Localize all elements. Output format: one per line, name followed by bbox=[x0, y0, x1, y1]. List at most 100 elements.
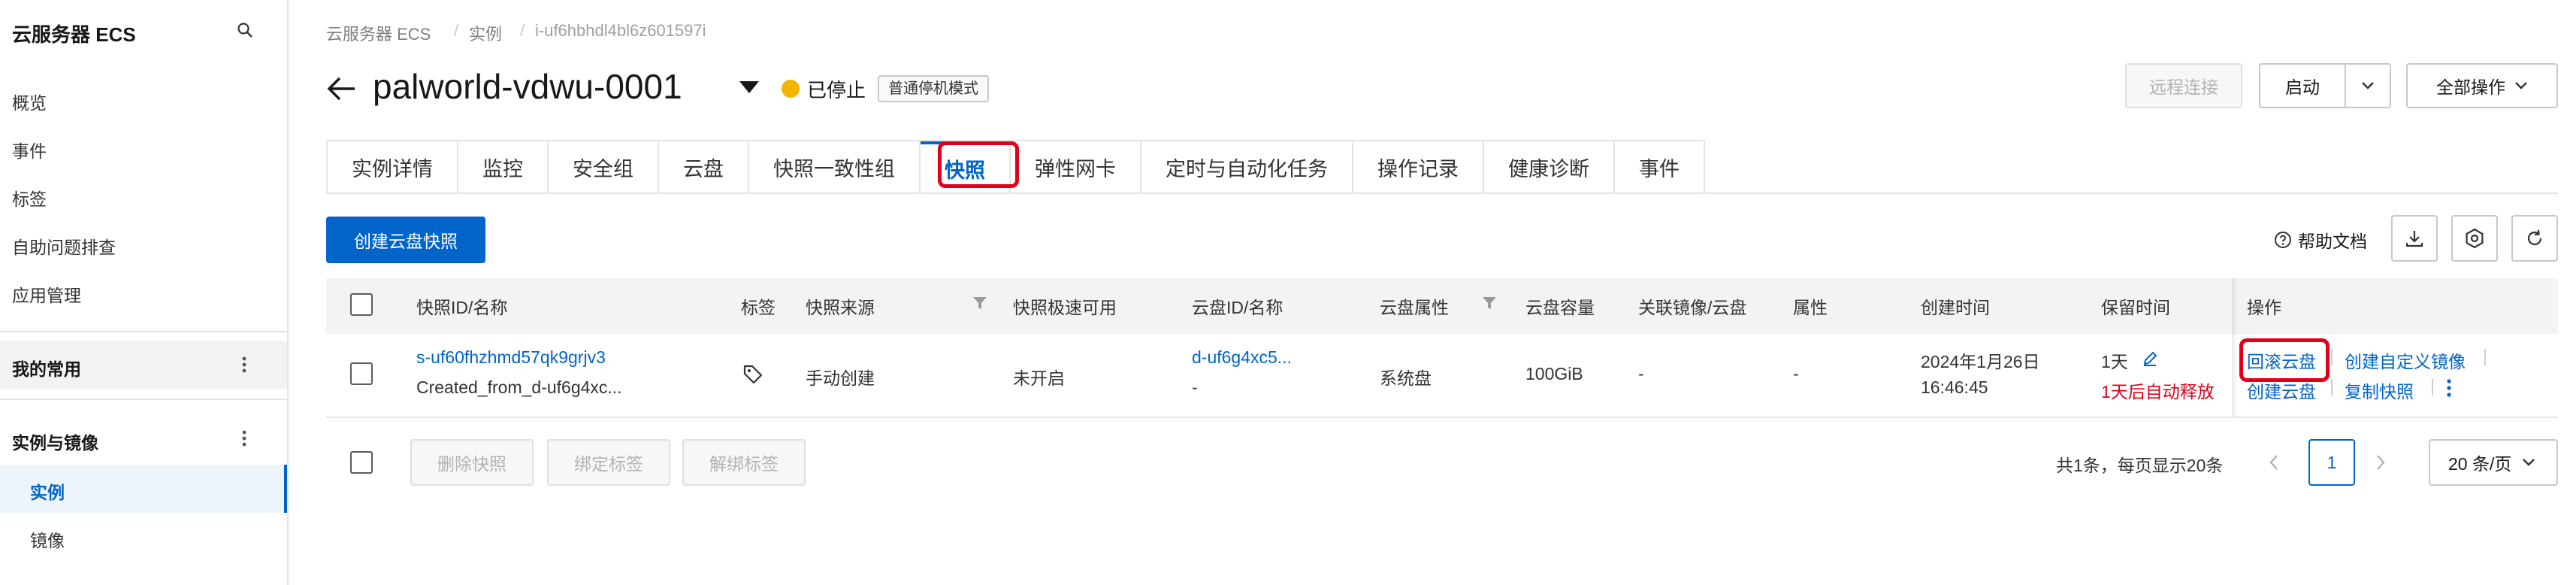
create-snapshot-button[interactable]: 创建云盘快照 bbox=[326, 217, 485, 263]
copy-snapshot-link[interactable]: 复制快照 bbox=[2345, 377, 2414, 403]
more-vertical-icon[interactable] bbox=[240, 429, 248, 448]
sidebar-favorites-label[interactable]: 我的常用 bbox=[12, 355, 81, 380]
sidebar-item-instances[interactable]: 实例 bbox=[30, 478, 65, 504]
sidebar-item-tags[interactable]: 标签 bbox=[12, 185, 47, 211]
created-time: 16:46:45 bbox=[1921, 377, 1988, 397]
gear-icon bbox=[2466, 228, 2484, 249]
action-separator bbox=[2331, 349, 2333, 365]
tab-events[interactable]: 事件 bbox=[1615, 141, 1704, 192]
edit-icon[interactable] bbox=[2142, 350, 2158, 367]
remote-connect-button[interactable]: 远程连接 bbox=[2125, 63, 2242, 108]
col-related: 关联镜像/云盘 bbox=[1638, 298, 1747, 317]
chevron-down-icon bbox=[2362, 82, 2374, 89]
col-snapshot-id: 快照ID/名称 bbox=[416, 298, 508, 317]
pagination-summary: 共1条，每页显示20条 bbox=[2056, 456, 2224, 475]
refresh-button[interactable] bbox=[2511, 215, 2558, 262]
caret-down-icon[interactable] bbox=[739, 81, 759, 93]
sidebar-divider bbox=[0, 331, 287, 332]
unbind-tags-button[interactable]: 解绑标签 bbox=[682, 439, 806, 486]
col-source: 快照来源 bbox=[806, 298, 875, 317]
chevron-down-icon bbox=[2515, 82, 2527, 89]
action-separator bbox=[2432, 379, 2433, 396]
tab-health-diagnosis[interactable]: 健康诊断 bbox=[1484, 141, 1615, 192]
breadcrumb-separator: / bbox=[454, 21, 459, 40]
sidebar-item-overview[interactable]: 概览 bbox=[12, 89, 47, 114]
col-disk-id: 云盘ID/名称 bbox=[1192, 298, 1283, 317]
select-all-checkbox[interactable] bbox=[350, 293, 373, 316]
tab-scheduled-tasks[interactable]: 定时与自动化任务 bbox=[1141, 141, 1353, 192]
chevron-left-icon[interactable] bbox=[2266, 451, 2281, 474]
sidebar-section-instances-images[interactable]: 实例与镜像 bbox=[12, 429, 98, 454]
snapshot-name: Created_from_d-uf6g4xc... bbox=[416, 377, 622, 397]
sidebar: 云服务器 ECS 概览 事件 标签 自助问题排查 应用管理 我的常用 实例与镜像… bbox=[0, 0, 289, 585]
filter-icon[interactable] bbox=[972, 296, 987, 310]
help-docs-link[interactable]: 帮助文档 bbox=[2274, 227, 2367, 253]
col-capacity: 云盘容量 bbox=[1525, 298, 1595, 317]
highlight-box-snapshots-tab bbox=[938, 141, 1019, 188]
row-divider bbox=[326, 417, 2558, 418]
col-disk-type: 云盘属性 bbox=[1380, 298, 1449, 317]
related-image: - bbox=[1638, 364, 1644, 383]
instant-access-status: 未开启 bbox=[1013, 368, 1065, 388]
all-operations-button[interactable]: 全部操作 bbox=[2406, 63, 2558, 108]
sidebar-active-indicator bbox=[284, 465, 287, 513]
disk-name: - bbox=[1192, 377, 1198, 397]
footer-select-all-checkbox[interactable] bbox=[350, 451, 373, 474]
actions-column-shadow bbox=[2232, 278, 2238, 418]
disk-id-link[interactable]: d-uf6g4xc5... bbox=[1192, 347, 1292, 368]
tab-snapshot-consistency-group[interactable]: 快照一致性组 bbox=[749, 141, 921, 192]
search-icon[interactable] bbox=[236, 21, 254, 39]
sidebar-divider bbox=[0, 399, 287, 400]
col-tags: 标签 bbox=[741, 298, 776, 317]
sidebar-item-images[interactable]: 镜像 bbox=[30, 526, 65, 552]
download-button[interactable] bbox=[2391, 215, 2438, 262]
page-title: palworld-vdwu-0001 bbox=[373, 67, 682, 106]
snapshot-id-link[interactable]: s-uf60fhzhmd57qk9grjv3 bbox=[416, 347, 606, 368]
created-date: 2024年1月26日 bbox=[1921, 352, 2040, 371]
sidebar-item-app-management[interactable]: 应用管理 bbox=[12, 281, 81, 307]
download-icon bbox=[2405, 231, 2423, 247]
more-vertical-icon[interactable] bbox=[240, 355, 248, 374]
tag-icon[interactable] bbox=[742, 364, 763, 385]
bind-tags-button[interactable]: 绑定标签 bbox=[547, 439, 670, 486]
filter-icon[interactable] bbox=[1482, 296, 1497, 310]
settings-button[interactable] bbox=[2451, 215, 2498, 262]
col-instant-access: 快照极速可用 bbox=[1013, 298, 1117, 317]
snapshot-attribute: - bbox=[1793, 364, 1799, 383]
status-text: 已停止 bbox=[807, 79, 866, 102]
retention-note: 1天后自动释放 bbox=[2101, 382, 2215, 402]
help-icon bbox=[2275, 232, 2291, 248]
sidebar-item-events[interactable]: 事件 bbox=[12, 137, 47, 162]
start-dropdown-button[interactable] bbox=[2345, 63, 2391, 108]
row-checkbox[interactable] bbox=[350, 362, 373, 385]
col-actions: 操作 bbox=[2247, 298, 2281, 317]
action-separator bbox=[2331, 379, 2333, 396]
back-arrow-icon[interactable] bbox=[325, 72, 358, 105]
delete-snapshot-button[interactable]: 删除快照 bbox=[410, 439, 534, 486]
tab-instance-details[interactable]: 实例详情 bbox=[328, 141, 458, 192]
page-size-value: 20 条/页 bbox=[2448, 454, 2512, 474]
sidebar-item-self-diagnosis[interactable]: 自助问题排查 bbox=[12, 233, 116, 259]
tab-disks[interactable]: 云盘 bbox=[659, 141, 749, 192]
stop-mode-badge: 普通停机模式 bbox=[878, 75, 989, 102]
breadcrumb-instance-id: i-uf6hbhdl4bl6z601597i bbox=[535, 21, 706, 40]
more-vertical-icon[interactable] bbox=[2445, 377, 2453, 399]
tab-security-group[interactable]: 安全组 bbox=[549, 141, 659, 192]
start-button[interactable]: 启动 bbox=[2259, 63, 2346, 108]
refresh-icon bbox=[2527, 229, 2542, 246]
col-created-time: 创建时间 bbox=[1921, 298, 1990, 317]
highlight-box-rollback-disk bbox=[2239, 338, 2330, 382]
status-stopped-icon bbox=[782, 80, 800, 98]
sidebar-title: 云服务器 ECS bbox=[12, 23, 136, 46]
breadcrumb-ecs[interactable]: 云服务器 ECS bbox=[326, 21, 431, 45]
col-retention: 保留时间 bbox=[2101, 298, 2170, 317]
page-size-select[interactable]: 20 条/页 bbox=[2429, 439, 2558, 486]
tab-monitoring[interactable]: 监控 bbox=[458, 141, 549, 192]
tab-eni[interactable]: 弹性网卡 bbox=[1011, 141, 1141, 192]
page-number-button[interactable]: 1 bbox=[2308, 439, 2355, 486]
tab-operation-logs[interactable]: 操作记录 bbox=[1353, 141, 1484, 192]
breadcrumb-instances[interactable]: 实例 bbox=[469, 21, 502, 45]
help-docs-label: 帮助文档 bbox=[2298, 232, 2367, 251]
chevron-right-icon[interactable] bbox=[2373, 451, 2388, 474]
create-custom-image-link[interactable]: 创建自定义镜像 bbox=[2345, 347, 2466, 373]
